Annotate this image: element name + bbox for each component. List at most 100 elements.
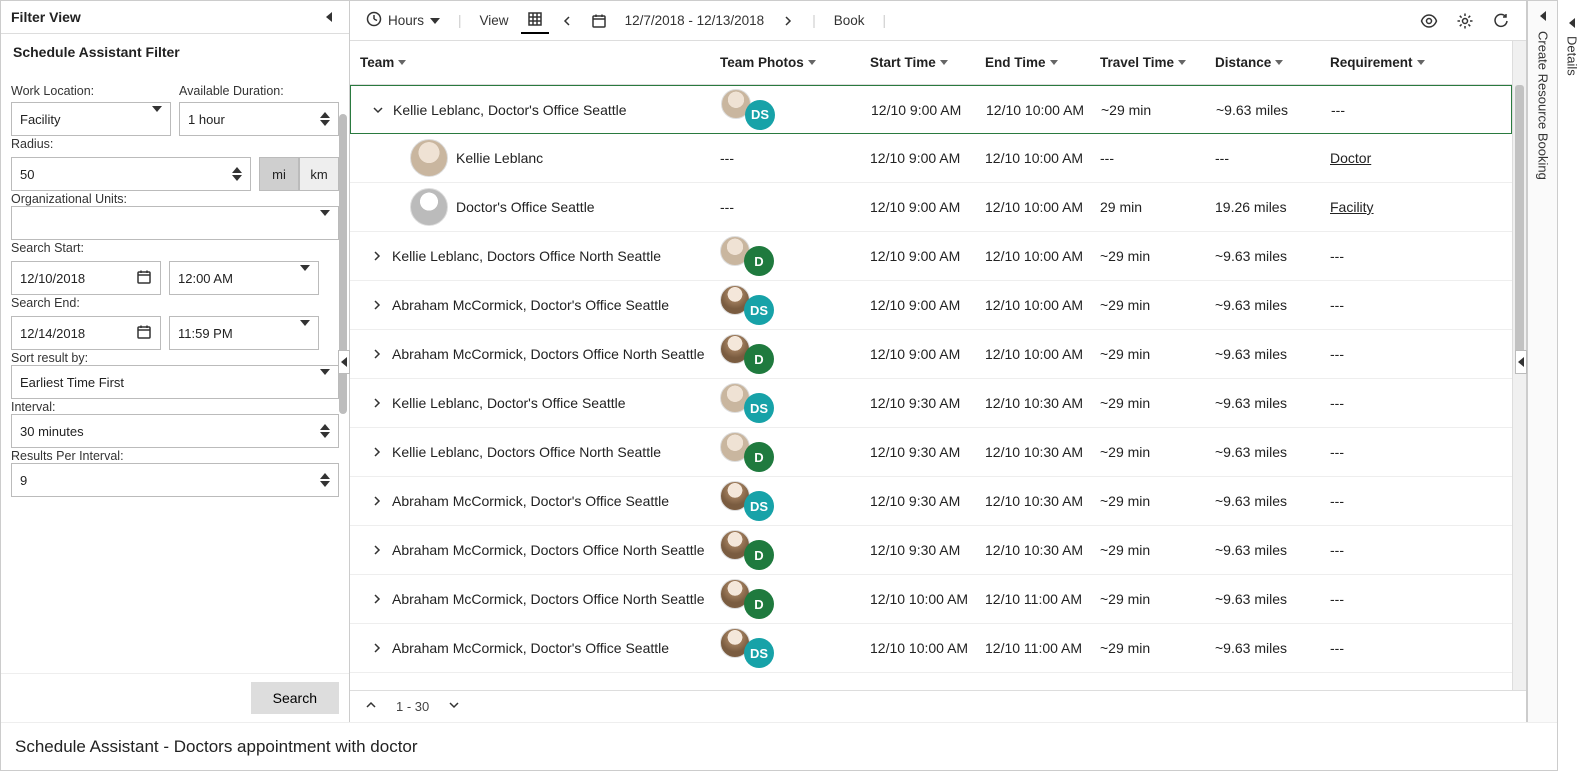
table-row[interactable]: Abraham McCormick, Doctor's Office Seatt… bbox=[350, 477, 1512, 526]
travel-time-value: 29 min bbox=[1100, 199, 1215, 215]
chevron-down-icon bbox=[300, 271, 310, 286]
chevron-down-icon bbox=[320, 375, 330, 390]
available-duration-value: 1 hour bbox=[188, 112, 225, 127]
end-time-value: 12/10 11:00 AM bbox=[985, 640, 1100, 656]
unit-km-toggle[interactable]: km bbox=[299, 157, 339, 191]
requirement-value[interactable]: Doctor bbox=[1330, 150, 1371, 166]
load-more-icon[interactable] bbox=[447, 698, 461, 715]
chevron-right-icon[interactable] bbox=[370, 593, 384, 605]
col-travel-header[interactable]: Travel Time bbox=[1100, 55, 1215, 70]
table-row[interactable]: Kellie Leblanc, Doctors Office North Sea… bbox=[350, 232, 1512, 281]
results-scrollbar-thumb[interactable] bbox=[1515, 85, 1524, 365]
table-row[interactable]: Abraham McCormick, Doctors Office North … bbox=[350, 575, 1512, 624]
calendar-button[interactable] bbox=[585, 9, 613, 33]
chevron-right-icon[interactable] bbox=[370, 348, 384, 360]
search-end-date[interactable]: 12/14/2018 bbox=[11, 316, 161, 350]
results-per-interval-label: Results Per Interval: bbox=[11, 449, 124, 463]
chevron-right-icon[interactable] bbox=[370, 495, 384, 507]
table-row[interactable]: Abraham McCormick, Doctors Office North … bbox=[350, 526, 1512, 575]
separator: | bbox=[806, 13, 822, 28]
distance-value: ~9.63 miles bbox=[1215, 542, 1330, 558]
chevron-right-icon[interactable] bbox=[370, 397, 384, 409]
col-team-header[interactable]: Team bbox=[350, 55, 720, 70]
filter-section-title: Schedule Assistant Filter bbox=[1, 34, 349, 64]
search-end-time[interactable]: 11:59 PM bbox=[169, 316, 319, 350]
details-rail[interactable]: Details bbox=[1558, 0, 1586, 771]
radius-input[interactable]: 50 bbox=[11, 157, 251, 191]
requirement-value: --- bbox=[1331, 102, 1345, 118]
col-start-header[interactable]: Start Time bbox=[870, 55, 985, 70]
book-button[interactable]: Book bbox=[828, 9, 871, 32]
results-per-interval-spinner[interactable]: 9 bbox=[11, 463, 339, 497]
start-time-value: 12/10 9:30 AM bbox=[870, 493, 985, 509]
team-photos-value: --- bbox=[720, 199, 734, 215]
table-row[interactable]: Kellie Leblanc, Doctors Office North Sea… bbox=[350, 428, 1512, 477]
travel-time-value: ~29 min bbox=[1100, 395, 1215, 411]
chevron-down-icon bbox=[1417, 60, 1425, 65]
available-duration-spinner[interactable]: 1 hour bbox=[179, 102, 339, 136]
travel-time-value: ~29 min bbox=[1100, 640, 1215, 656]
search-start-date[interactable]: 12/10/2018 bbox=[11, 261, 161, 295]
team-name: Kellie Leblanc, Doctors Office North Sea… bbox=[392, 248, 661, 264]
scroll-top-icon[interactable] bbox=[364, 698, 378, 715]
sort-select[interactable]: Earliest Time First bbox=[11, 365, 339, 399]
col-end-header[interactable]: End Time bbox=[985, 55, 1100, 70]
start-time-value: 12/10 9:00 AM bbox=[870, 297, 985, 313]
col-distance-header[interactable]: Distance bbox=[1215, 55, 1330, 70]
table-row[interactable]: Abraham McCormick, Doctor's Office Seatt… bbox=[350, 624, 1512, 673]
table-row[interactable]: Kellie Leblanc, Doctor's Office SeattleD… bbox=[350, 85, 1512, 134]
chevron-right-icon[interactable] bbox=[370, 250, 384, 262]
interval-spinner[interactable]: 30 minutes bbox=[11, 414, 339, 448]
prev-date-button[interactable] bbox=[555, 11, 579, 31]
distance-value: ~9.63 miles bbox=[1216, 102, 1331, 118]
team-name: Kellie Leblanc bbox=[456, 150, 543, 166]
unit-mi-toggle[interactable]: mi bbox=[259, 157, 299, 191]
team-name: Abraham McCormick, Doctors Office North … bbox=[392, 542, 705, 558]
col-photos-header[interactable]: Team Photos bbox=[720, 55, 870, 70]
chevron-right-icon[interactable] bbox=[370, 544, 384, 556]
distance-value: ~9.63 miles bbox=[1215, 640, 1330, 656]
team-badge: D bbox=[744, 540, 774, 570]
expand-left-icon bbox=[1540, 11, 1546, 21]
search-start-time[interactable]: 12:00 AM bbox=[169, 261, 319, 295]
table-row[interactable]: Kellie Leblanc---12/10 9:00 AM12/10 10:0… bbox=[350, 134, 1512, 183]
table-row[interactable]: Doctor's Office Seattle---12/10 9:00 AM1… bbox=[350, 183, 1512, 232]
requirement-value: --- bbox=[1330, 444, 1344, 460]
radius-label: Radius: bbox=[11, 137, 53, 151]
requirement-value[interactable]: Facility bbox=[1330, 199, 1374, 215]
search-button[interactable]: Search bbox=[251, 682, 339, 714]
chevron-right-icon[interactable] bbox=[370, 642, 384, 654]
table-row[interactable]: Abraham McCormick, Doctors Office North … bbox=[350, 330, 1512, 379]
refresh-icon[interactable] bbox=[1486, 8, 1516, 34]
travel-time-value: ~29 min bbox=[1100, 542, 1215, 558]
create-booking-rail[interactable]: Create Resource Booking bbox=[1527, 1, 1557, 722]
collapse-filter-icon[interactable] bbox=[319, 7, 339, 27]
chevron-down-icon[interactable] bbox=[371, 104, 385, 116]
gear-icon[interactable] bbox=[1450, 8, 1480, 34]
col-requirement-header[interactable]: Requirement bbox=[1330, 55, 1450, 70]
results-footer: 1 - 30 bbox=[350, 690, 1526, 722]
next-date-button[interactable] bbox=[776, 11, 800, 31]
right-panel-expand-handle[interactable] bbox=[1515, 350, 1527, 374]
requirement-value: --- bbox=[1330, 346, 1344, 362]
table-row[interactable]: Kellie Leblanc, Doctor's Office SeattleD… bbox=[350, 379, 1512, 428]
eye-icon[interactable] bbox=[1414, 8, 1444, 34]
end-time-value: 12/10 10:30 AM bbox=[985, 493, 1100, 509]
end-time-value: 12/10 10:30 AM bbox=[985, 542, 1100, 558]
panel-resize-handle[interactable] bbox=[338, 350, 350, 374]
travel-time-value: ~29 min bbox=[1100, 297, 1215, 313]
grid-view-button[interactable] bbox=[521, 7, 549, 34]
work-location-label: Work Location: bbox=[11, 84, 171, 98]
table-row[interactable]: Abraham McCormick, Doctor's Office Seatt… bbox=[350, 281, 1512, 330]
org-units-select[interactable] bbox=[11, 206, 339, 240]
hours-dropdown[interactable]: Hours bbox=[360, 7, 446, 34]
separator: | bbox=[876, 13, 892, 28]
end-time-value: 12/10 10:00 AM bbox=[985, 150, 1100, 166]
start-time-value: 12/10 10:00 AM bbox=[870, 591, 985, 607]
work-location-select[interactable]: Facility bbox=[11, 102, 171, 136]
expand-left-icon bbox=[1569, 18, 1575, 28]
end-time-value: 12/10 10:00 AM bbox=[986, 102, 1101, 118]
chevron-right-icon[interactable] bbox=[370, 446, 384, 458]
chevron-right-icon[interactable] bbox=[370, 299, 384, 311]
toolbar: Hours | View 12/7/2018 - 12/13/2018 bbox=[350, 1, 1526, 41]
